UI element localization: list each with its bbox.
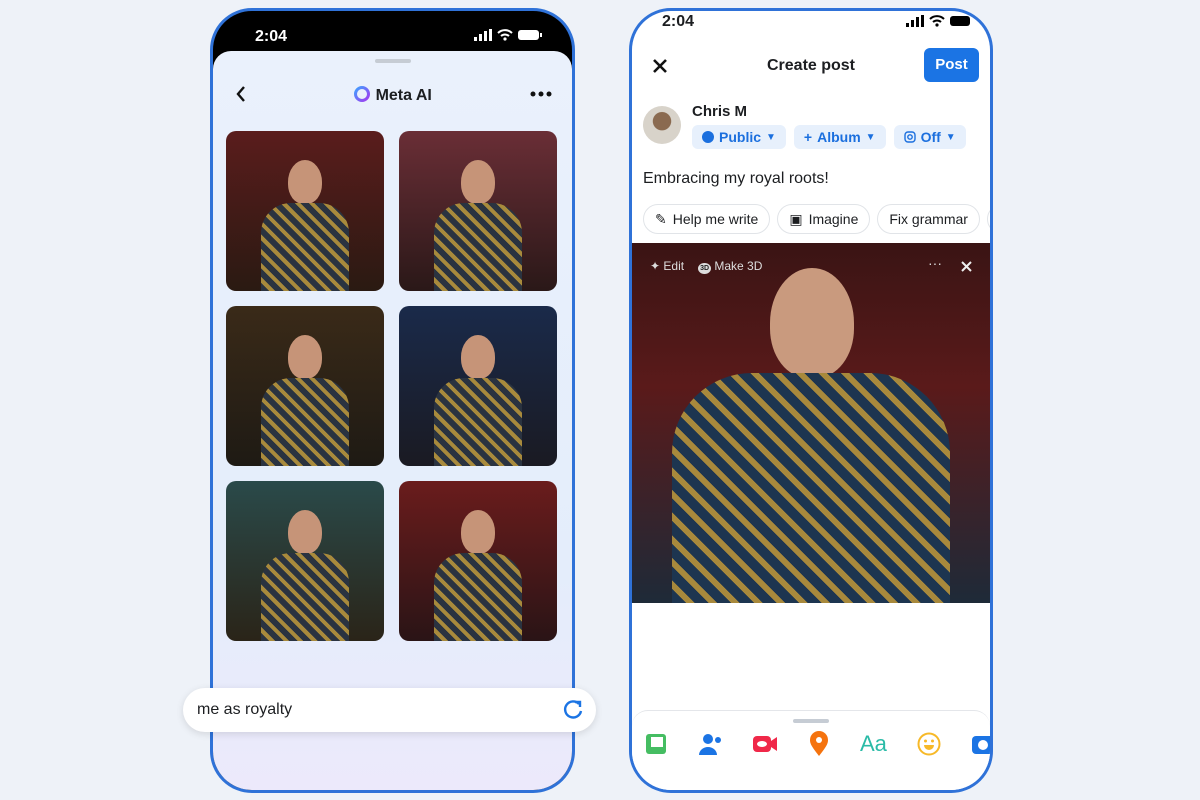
status-time: 2:04 <box>662 13 695 30</box>
photo-icon[interactable] <box>644 732 668 756</box>
signal-icon <box>474 29 492 41</box>
status-icons <box>474 29 542 41</box>
audience-chip[interactable]: Public ▼ <box>692 125 786 149</box>
close-icon[interactable] <box>961 261 972 272</box>
text-style-icon[interactable]: Aa <box>860 731 887 757</box>
post-image[interactable]: ✦ Edit 3D Make 3D ··· <box>632 243 990 603</box>
sheet-handle[interactable] <box>374 59 411 63</box>
help-me-write-button[interactable]: ✎ Help me write <box>643 204 771 234</box>
imagine-button[interactable]: ▣ Imagine <box>777 204 871 234</box>
ai-actions: ✎ Help me write ▣ Imagine Fix grammar Im <box>643 204 990 234</box>
instagram-chip[interactable]: Off ▼ <box>893 125 966 149</box>
magic-wand-icon: ✦ <box>650 259 664 273</box>
caret-down-icon: ▼ <box>766 131 776 143</box>
battery-icon <box>950 16 970 26</box>
author-name: Chris M <box>692 103 748 120</box>
more-horizontal-icon[interactable] <box>530 91 552 97</box>
post-text[interactable]: Embracing my royal roots! <box>643 170 829 188</box>
chip-label: Album <box>817 129 861 145</box>
instagram-icon <box>903 131 916 143</box>
more-horizontal-icon[interactable]: ··· <box>928 255 942 271</box>
caret-down-icon: ▼ <box>945 131 956 143</box>
signal-icon <box>906 15 924 27</box>
post-button[interactable]: Post <box>924 48 979 82</box>
chip-label: Off <box>920 129 941 145</box>
edit-label: Edit <box>663 259 685 273</box>
make-3d-button[interactable]: 3D Make 3D <box>698 259 763 274</box>
fix-grammar-button[interactable]: Fix grammar <box>877 204 980 234</box>
3d-icon: 3D <box>698 263 712 274</box>
edit-button[interactable]: ✦ Edit <box>650 259 684 273</box>
status-bar: 2:04 <box>213 11 572 53</box>
battery-icon <box>518 30 542 40</box>
toolbar-handle[interactable] <box>793 719 829 723</box>
image-sparkle-icon: ▣ <box>789 210 803 227</box>
action-label: Help me write <box>672 211 759 227</box>
portrait-suit <box>672 373 950 603</box>
more-ai-action-button[interactable]: Im <box>986 204 990 234</box>
caret-down-icon: ▼ <box>865 131 876 143</box>
wifi-icon <box>497 29 513 41</box>
plus-icon: + <box>803 129 813 145</box>
album-chip[interactable]: + Album ▼ <box>793 125 886 149</box>
generated-image[interactable] <box>226 306 384 466</box>
action-label: Fix grammar <box>889 211 968 227</box>
generated-image[interactable] <box>399 306 557 466</box>
live-video-icon[interactable] <box>752 732 778 756</box>
globe-icon <box>702 131 714 143</box>
emoji-icon[interactable] <box>917 732 941 756</box>
generated-image[interactable] <box>399 131 557 291</box>
meta-ai-phone: 2:04 Meta AI <box>210 8 575 793</box>
prompt-input[interactable]: me as royalty <box>183 688 596 732</box>
status-bar: 2:04 <box>632 11 990 53</box>
make-3d-label: Make 3D <box>714 259 763 273</box>
chip-label: Public <box>719 129 762 145</box>
audience-chips: Public ▼ + Album ▼ Off ▼ <box>692 125 966 149</box>
composer-toolbar: Aa <box>632 710 990 790</box>
meta-ai-sheet: Meta AI <box>213 51 572 790</box>
meta-ai-ring-icon <box>354 86 371 102</box>
camera-icon[interactable] <box>971 732 993 756</box>
action-label: Imagine <box>808 211 859 227</box>
tag-people-icon[interactable] <box>698 732 722 756</box>
avatar <box>643 106 681 144</box>
title-text: Meta AI <box>375 87 432 104</box>
status-time: 2:04 <box>255 28 288 45</box>
portrait-face <box>770 268 854 378</box>
location-icon[interactable] <box>808 731 830 757</box>
status-icons <box>906 15 972 27</box>
prompt-text: me as royalty <box>197 701 293 718</box>
generated-image[interactable] <box>226 131 384 291</box>
pencil-sparkle-icon: ✎ <box>655 210 667 227</box>
create-post-phone: 2:04 Create post Post Chris M Public ▼ + A… <box>629 8 993 793</box>
image-grid <box>226 131 557 641</box>
generated-image[interactable] <box>226 481 384 641</box>
refresh-icon[interactable] <box>562 699 584 721</box>
generated-image[interactable] <box>399 481 557 641</box>
wifi-icon <box>929 15 945 27</box>
header-title: Meta AI <box>213 85 572 105</box>
